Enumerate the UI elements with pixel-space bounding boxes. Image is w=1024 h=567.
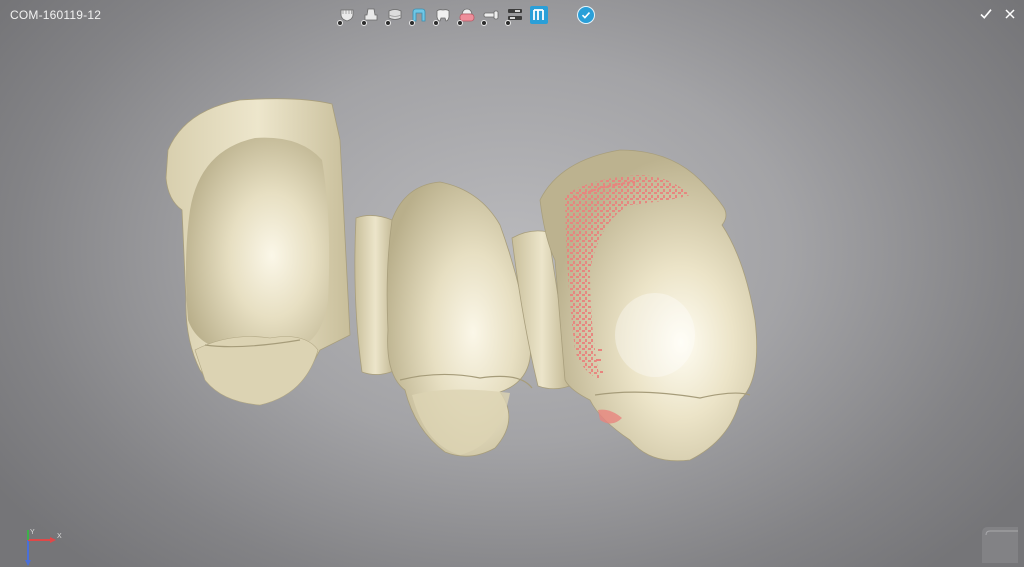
3d-viewport[interactable]: [0, 0, 1024, 567]
middle-pontic[interactable]: [386, 181, 533, 457]
axis-triad: X Y: [25, 529, 62, 566]
x-arrow: [50, 537, 56, 543]
z-arrow: [25, 560, 31, 566]
x-axis-label: X: [57, 533, 62, 540]
left-crown[interactable]: [165, 98, 351, 406]
view-cube[interactable]: [978, 523, 1022, 563]
y-axis-label: Y: [30, 529, 35, 536]
right-crown[interactable]: [539, 149, 758, 462]
